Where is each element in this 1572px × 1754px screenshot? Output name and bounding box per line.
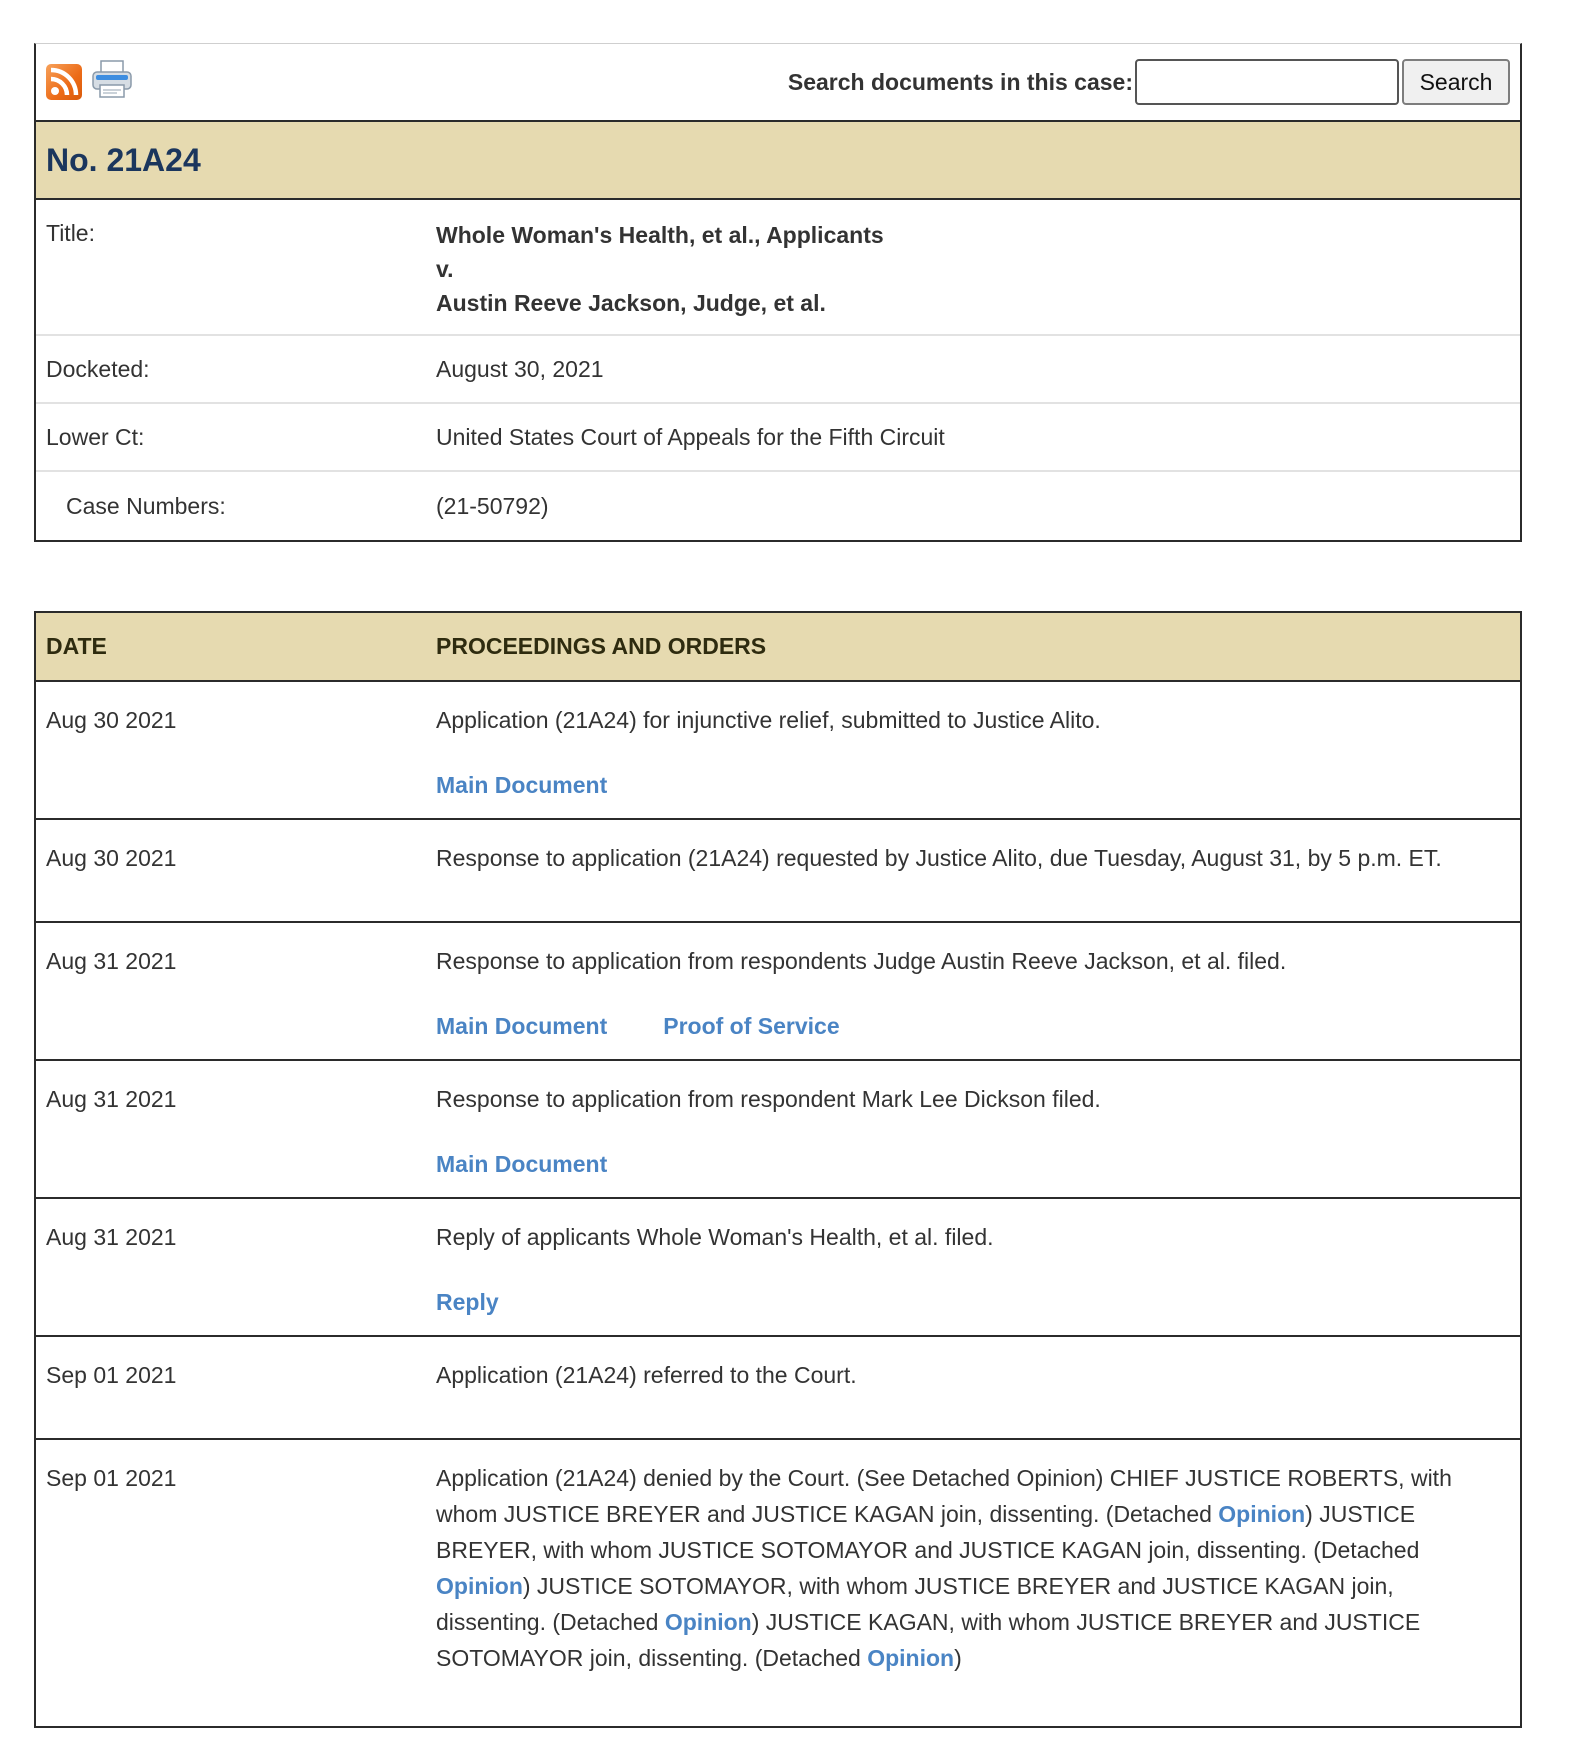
document-links: Main Document [436,1149,1506,1179]
table-row: Sep 01 2021 Application (21A24) referred … [36,1337,1520,1440]
reply-link[interactable]: Reply [436,1289,499,1315]
case-number: No. 21A24 [46,141,201,178]
case-info-panel: Search documents in this case: Search No… [34,43,1522,542]
entry-date: Sep 01 2021 [46,1362,177,1388]
entry-date: Aug 30 2021 [46,845,177,871]
case-title: Whole Woman's Health, et al., Applicants… [436,218,1520,334]
document-links: Reply [436,1287,1506,1317]
entry-text: Reply of applicants Whole Woman's Health… [436,1224,994,1250]
rss-feed-icon[interactable] [46,64,82,100]
title-row: Title: Whole Woman's Health, et al., App… [36,200,1520,336]
opinion-link[interactable]: Opinion [867,1645,954,1671]
proceedings-column-header: PROCEEDINGS AND ORDERS [436,633,767,659]
entry-date: Aug 31 2021 [46,1086,177,1112]
entry-text: ) [954,1645,962,1671]
lower-court-label: Lower Ct: [46,423,145,450]
lower-court-row: Lower Ct: United States Court of Appeals… [36,404,1520,472]
entry-text: Response to application from respondents… [436,948,1287,974]
docketed-value: August 30, 2021 [436,355,604,382]
entry-text: Application (21A24) for injunctive relie… [436,707,1101,733]
search-label: Search documents in this case: [787,68,1133,95]
entry-text: Response to application from respondent … [436,1086,1101,1112]
case-number-header: No. 21A24 [36,122,1520,200]
entry-description: Response to application from respondent … [436,1081,1520,1197]
main-document-link[interactable]: Main Document [436,1151,607,1177]
opinion-link[interactable]: Opinion [436,1573,523,1599]
entry-description: Application (21A24) referred to the Cour… [436,1357,1520,1438]
entry-description: Response to application (21A24) requeste… [436,840,1520,921]
case-search: Search documents in this case: Search [788,59,1510,105]
case-numbers-value: (21-50792) [436,492,549,519]
table-row: Aug 30 2021 Response to application (21A2… [36,820,1520,923]
proof-of-service-link[interactable]: Proof of Service [663,1013,839,1039]
entry-text: Response to application (21A24) requeste… [436,845,1442,871]
entry-date: Aug 31 2021 [46,948,177,974]
lower-court-value: United States Court of Appeals for the F… [436,423,945,450]
entry-text: Application (21A24) referred to the Cour… [436,1362,857,1388]
search-button[interactable]: Search [1402,59,1510,105]
document-links: Main Document Proof of Service [436,1011,1506,1041]
entry-date: Aug 30 2021 [46,707,177,733]
proceedings-table: DATE PROCEEDINGS AND ORDERS Aug 30 2021 A… [34,611,1522,1728]
case-numbers-label: Case Numbers: [66,492,226,519]
opinion-link[interactable]: Opinion [1218,1501,1305,1527]
entry-description: Application (21A24) denied by the Court.… [436,1460,1520,1726]
main-document-link[interactable]: Main Document [436,1013,607,1039]
entry-description: Application (21A24) for injunctive relie… [436,702,1520,818]
docketed-row: Docketed: August 30, 2021 [36,336,1520,404]
printer-icon[interactable] [90,59,134,105]
entry-description: Reply of applicants Whole Woman's Health… [436,1219,1520,1335]
title-versus: v. [436,256,454,282]
proceedings-rows: Aug 30 2021 Application (21A24) for injun… [36,682,1520,1726]
search-input[interactable] [1135,59,1399,105]
table-row: Aug 31 2021 Reply of applicants Whole Wom… [36,1199,1520,1337]
document-links: Main Document [436,770,1506,800]
title-applicants: Whole Woman's Health, et al., Applicants [436,222,884,248]
toolbar: Search documents in this case: Search [36,44,1520,122]
entry-date: Sep 01 2021 [46,1465,177,1491]
table-row: Sep 01 2021 Application (21A24) denied by… [36,1440,1520,1726]
entry-date: Aug 31 2021 [46,1224,177,1250]
opinion-link[interactable]: Opinion [665,1609,752,1635]
date-column-header: DATE [46,633,107,659]
table-row: Aug 31 2021 Response to application from … [36,923,1520,1061]
docketed-label: Docketed: [46,355,150,382]
table-row: Aug 30 2021 Application (21A24) for injun… [36,682,1520,820]
main-document-link[interactable]: Main Document [436,772,607,798]
toolbar-icons [46,59,134,105]
table-row: Aug 31 2021 Response to application from … [36,1061,1520,1199]
title-respondents: Austin Reeve Jackson, Judge, et al. [436,290,826,316]
entry-description: Response to application from respondents… [436,943,1520,1059]
title-label: Title: [46,220,95,246]
case-numbers-row: Case Numbers: (21-50792) [36,472,1520,540]
proceedings-header: DATE PROCEEDINGS AND ORDERS [36,613,1520,682]
